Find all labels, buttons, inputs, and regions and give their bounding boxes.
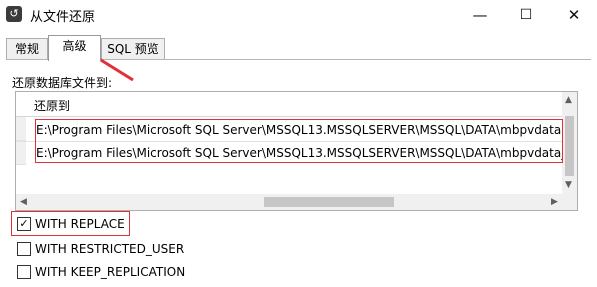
tab-advanced[interactable]: 高级 [48, 35, 101, 61]
scroll-right-icon[interactable]: ▶ [551, 197, 558, 207]
highlight-box-with-replace [11, 211, 130, 236]
option-label: WITH KEEP_REPLICATION [35, 265, 186, 279]
column-header-restore-to[interactable]: 还原到 [34, 97, 70, 114]
row-selector[interactable] [16, 117, 26, 141]
horizontal-scroll-thumb[interactable] [264, 197, 394, 207]
option-with-keep-replication[interactable]: WITH KEEP_REPLICATION [17, 264, 185, 280]
restore-files-label: 还原数据库文件到: [12, 76, 113, 90]
minimize-button[interactable]: — [457, 0, 503, 30]
restore-app-icon: ↺ [6, 6, 22, 22]
checkbox-unchecked-icon[interactable] [17, 241, 31, 256]
scroll-left-icon[interactable]: ◀ [20, 197, 27, 207]
window-title: 从文件还原 [30, 10, 96, 25]
horizontal-scrollbar[interactable]: ◀ ▶ [16, 194, 562, 210]
tab-strip: 常规 高级 SQL 预览 [0, 30, 597, 61]
option-label: WITH RESTRICTED_USER [35, 242, 185, 256]
row-selector[interactable] [16, 141, 26, 165]
option-with-restricted-user[interactable]: WITH RESTRICTED_USER [17, 241, 184, 257]
scroll-up-icon[interactable]: ▲ [565, 95, 572, 105]
scroll-down-icon[interactable]: ▼ [565, 180, 572, 190]
close-button[interactable]: ✕ [551, 0, 597, 30]
title-bar: ↺ 从文件还原 — ☐ ✕ [0, 0, 597, 30]
vertical-scroll-thumb[interactable] [565, 116, 574, 176]
grid-row-log-file[interactable]: E:\Program Files\Microsoft SQL Server\MS… [36, 142, 562, 165]
maximize-button[interactable]: ☐ [503, 0, 549, 30]
restore-files-grid[interactable]: 还原到 E:\Program Files\Microsoft SQL Serve… [15, 91, 578, 211]
vertical-scrollbar[interactable]: ▲ ▼ [562, 92, 577, 210]
grid-header: 还原到 [16, 92, 562, 117]
tab-sql-preview[interactable]: SQL 预览 [101, 38, 165, 60]
grid-row-data-file[interactable]: E:\Program Files\Microsoft SQL Server\MS… [36, 119, 562, 142]
checkbox-unchecked-icon[interactable] [17, 264, 31, 279]
tab-general[interactable]: 常规 [6, 38, 48, 60]
